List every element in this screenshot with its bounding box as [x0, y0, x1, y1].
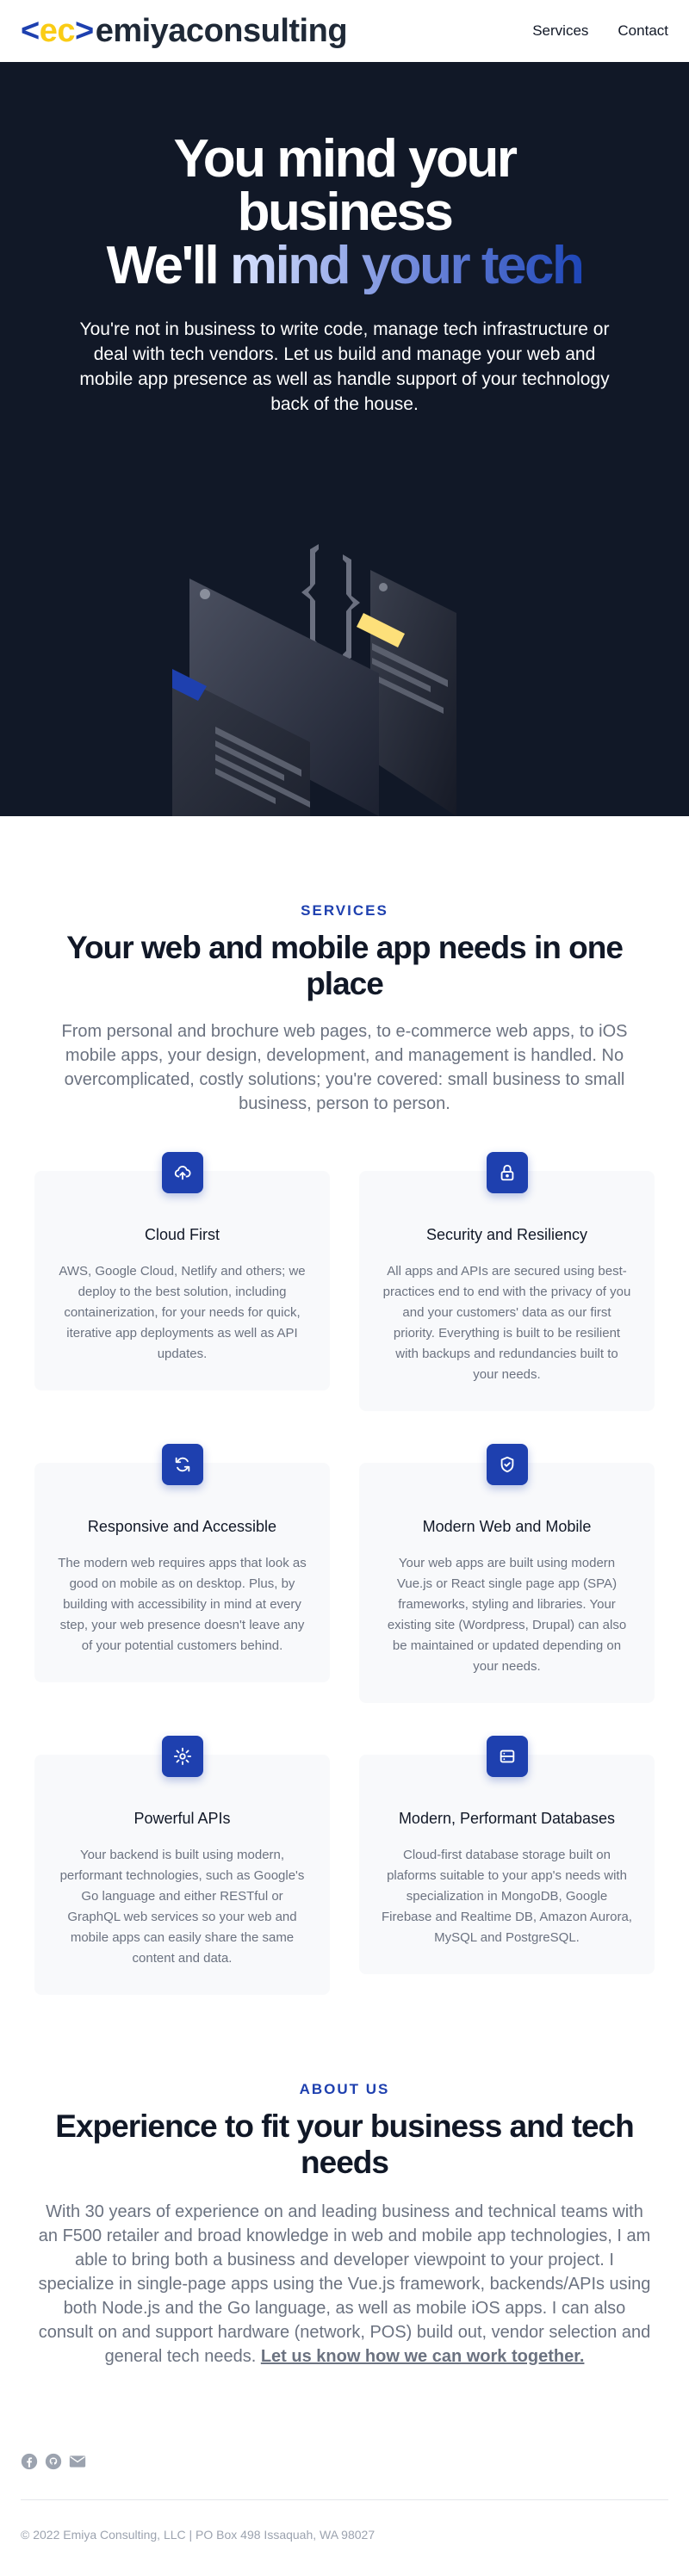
copyright-text: © 2022 Emiya Consulting, LLC | PO Box 49…: [21, 2528, 376, 2542]
service-card-security: Security and Resiliency All apps and API…: [359, 1152, 655, 1411]
logo[interactable]: < ec > emiyaconsulting: [21, 13, 348, 49]
service-card-apis: Powerful APIs Your backend is built usin…: [34, 1736, 330, 1995]
facebook-icon[interactable]: [21, 2453, 38, 2470]
about-text: With 30 years of experience on and leadi…: [36, 2200, 653, 2369]
cloud-upload-icon: [161, 1152, 203, 1193]
services-section: SERVICES Your web and mobile app needs i…: [0, 816, 689, 1995]
service-card-text: All apps and APIs are secured using best…: [382, 1264, 631, 1382]
nav-services-link[interactable]: Services: [532, 22, 588, 40]
service-card-title: Modern Web and Mobile: [422, 1518, 592, 1535]
about-title: Experience to fit your business and tech…: [55, 2108, 634, 2180]
service-card-text: The modern web requires apps that look a…: [58, 1556, 307, 1653]
service-card-modern-web: Modern Web and Mobile Your web apps are …: [359, 1444, 655, 1703]
mail-icon[interactable]: [69, 2453, 86, 2470]
logo-ec: ec: [39, 13, 76, 49]
service-card-text: Your web apps are built using modern Vue…: [387, 1556, 627, 1674]
footer-divider: [21, 2499, 668, 2500]
site-header: < ec > emiyaconsulting Services Contact: [0, 0, 689, 62]
services-grid: Cloud First AWS, Google Cloud, Netlify a…: [34, 1152, 655, 1995]
github-icon[interactable]: [45, 2453, 62, 2470]
service-card-cloud-first: Cloud First AWS, Google Cloud, Netlify a…: [34, 1152, 330, 1390]
code-illustration-image: [172, 544, 456, 816]
hero-title-line3: We'll mind your tech: [0, 239, 689, 293]
service-card-databases: Modern, Performant Databases Cloud-first…: [359, 1736, 655, 1974]
gear-icon: [161, 1736, 203, 1777]
site-footer: © 2022 Emiya Consulting, LLC | PO Box 49…: [21, 2451, 668, 2576]
about-eyebrow: ABOUT US: [299, 2081, 390, 2097]
service-card-title: Security and Resiliency: [425, 1226, 588, 1243]
hero-title-line2: business: [237, 183, 454, 242]
logo-open-bracket: <: [21, 13, 40, 49]
service-card-title: Cloud First: [144, 1226, 220, 1243]
logo-close-bracket: >: [74, 13, 94, 49]
hero-title-highlight: mind your tech: [229, 236, 585, 295]
server-icon: [486, 1736, 528, 1777]
service-card-title: Powerful APIs: [133, 1810, 231, 1827]
hero-title: You mind your business We'll mind your t…: [0, 62, 689, 293]
logo-name: emiyaconsulting: [95, 13, 348, 49]
service-card-text: Cloud-first database storage built on pl…: [382, 1848, 632, 1945]
shield-check-icon: [486, 1444, 528, 1485]
service-card-text: Your backend is built using modern, perf…: [59, 1848, 305, 1966]
service-card-title: Modern, Performant Databases: [398, 1810, 616, 1827]
services-title: Your web and mobile app needs in one pla…: [66, 930, 624, 1001]
service-card-title: Responsive and Accessible: [87, 1518, 277, 1535]
service-card-text: AWS, Google Cloud, Netlify and others; w…: [59, 1264, 306, 1361]
about-section: ABOUT US Experience to fit your business…: [0, 1995, 689, 2369]
hero-title-we-ll: We'll: [106, 236, 230, 295]
hero-section: You mind your business We'll mind your t…: [0, 62, 689, 816]
services-eyebrow: SERVICES: [301, 902, 388, 919]
about-body: With 30 years of experience on and leadi…: [38, 2202, 651, 2366]
nav-contact-link[interactable]: Contact: [618, 22, 668, 40]
hero-subtitle: You're not in business to write code, ma…: [79, 319, 610, 414]
contact-cta-link[interactable]: Let us know how we can work together.: [261, 2347, 585, 2366]
service-card-responsive: Responsive and Accessible The modern web…: [34, 1444, 330, 1682]
services-lead: From personal and brochure web pages, to…: [61, 1022, 628, 1113]
main-nav: Services Contact: [532, 22, 668, 40]
hero-title-line1: You mind your: [173, 129, 518, 189]
lock-icon: [486, 1152, 528, 1193]
refresh-icon: [161, 1444, 203, 1485]
social-links: [21, 2451, 668, 2472]
